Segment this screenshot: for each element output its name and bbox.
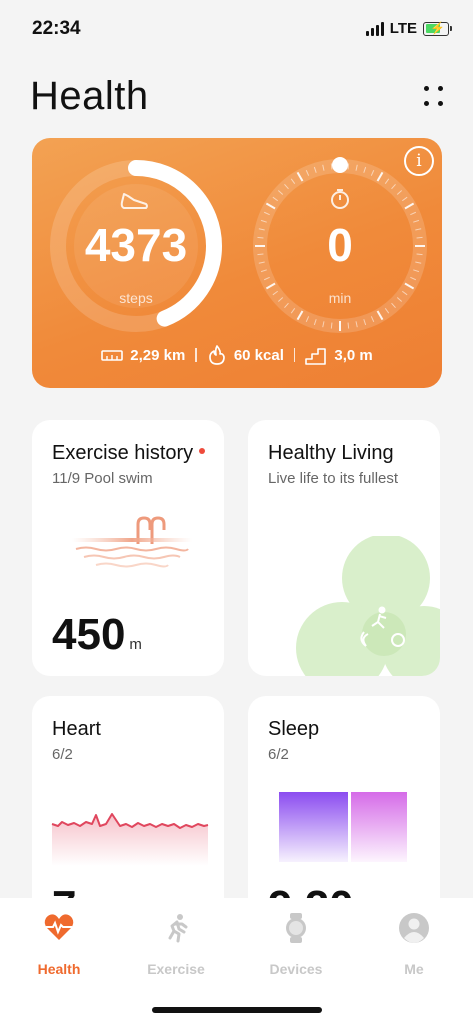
- running-icon: [168, 914, 188, 943]
- floors-value: 3,0 m: [334, 346, 373, 364]
- calories-stat: 60 kcal: [207, 344, 284, 366]
- minutes-ring[interactable]: 0 min: [250, 156, 430, 336]
- sleep-subtitle: 6/2: [268, 746, 289, 763]
- minutes-value: 0: [327, 219, 353, 271]
- exercise-distance: 450 m: [52, 610, 142, 659]
- distance-value: 2,29 km: [130, 346, 186, 364]
- heart-rate-sparkline: [51, 813, 209, 866]
- dial-tick: [330, 163, 333, 170]
- ruler-icon: [101, 350, 124, 361]
- steps-value: 4373: [84, 219, 188, 271]
- status-bar: 22:34 LTE ⚡: [0, 0, 473, 58]
- steps-unit: steps: [119, 290, 153, 306]
- status-indicators: LTE ⚡: [365, 20, 452, 37]
- stopwatch-icon: [331, 189, 349, 209]
- stairs-icon: [305, 348, 327, 365]
- sleep-title: Sleep: [268, 718, 320, 740]
- watch-icon: [286, 913, 306, 943]
- divider: [195, 348, 197, 362]
- tab-exercise[interactable]: Exercise: [126, 912, 226, 977]
- exercise-history-title: Exercise history: [52, 442, 206, 465]
- clover-illustration: [296, 536, 440, 676]
- dial-tick: [347, 322, 350, 329]
- sleep-card[interactable]: Sleep 6/2 9 20: [248, 696, 440, 926]
- signal-icon: [365, 21, 384, 36]
- battery-icon: ⚡: [423, 21, 452, 36]
- divider: [293, 348, 296, 362]
- flame-icon: [208, 345, 225, 365]
- heart-card[interactable]: Heart 6/2 7: [32, 696, 224, 926]
- activity-card[interactable]: 4373 steps 0 min i 2,29 km 60 kcal 3,0 m: [32, 138, 442, 388]
- heart-subtitle: 6/2: [52, 746, 73, 763]
- exercise-history-card[interactable]: Exercise history 11/9 Pool swim 450 m: [32, 420, 224, 676]
- healthy-living-subtitle: Live life to its fullest: [268, 470, 399, 487]
- heart-pulse-icon: [44, 914, 74, 940]
- steps-ring[interactable]: 4373 steps: [46, 156, 226, 336]
- network-type: LTE: [389, 20, 417, 37]
- home-indicator: [152, 1007, 322, 1013]
- dial-tick: [330, 322, 333, 329]
- tab-health[interactable]: Health: [9, 912, 109, 977]
- exercise-history-subtitle: 11/9 Pool swim: [52, 470, 153, 487]
- unread-dot: [199, 447, 206, 454]
- tab-bar: Health Exercise Devices Me: [0, 898, 473, 1024]
- distance-stat: 2,29 km: [101, 347, 185, 364]
- calories-value: 60 kcal: [233, 346, 284, 364]
- profile-icon: [399, 913, 429, 943]
- more-options-button[interactable]: [421, 84, 447, 110]
- healthy-living-title: Healthy Living: [268, 442, 394, 464]
- status-time: 22:34: [32, 18, 81, 39]
- minutes-unit: min: [328, 290, 352, 306]
- tab-me[interactable]: Me: [364, 912, 464, 977]
- tab-devices[interactable]: Devices: [246, 912, 346, 977]
- pool-swim-illustration: [72, 516, 192, 568]
- dial-tick: [347, 163, 350, 170]
- floors-stat: 3,0 m: [305, 345, 373, 365]
- healthy-living-card[interactable]: Healthy Living Live life to its fullest: [248, 420, 440, 676]
- page-title: Health: [30, 74, 149, 118]
- sleep-light-bar: [351, 792, 407, 862]
- heart-title: Heart: [52, 718, 101, 740]
- activity-stats-row: 2,29 km 60 kcal 3,0 m: [32, 344, 442, 366]
- info-button[interactable]: i: [404, 146, 434, 176]
- sleep-deep-bar: [279, 792, 348, 862]
